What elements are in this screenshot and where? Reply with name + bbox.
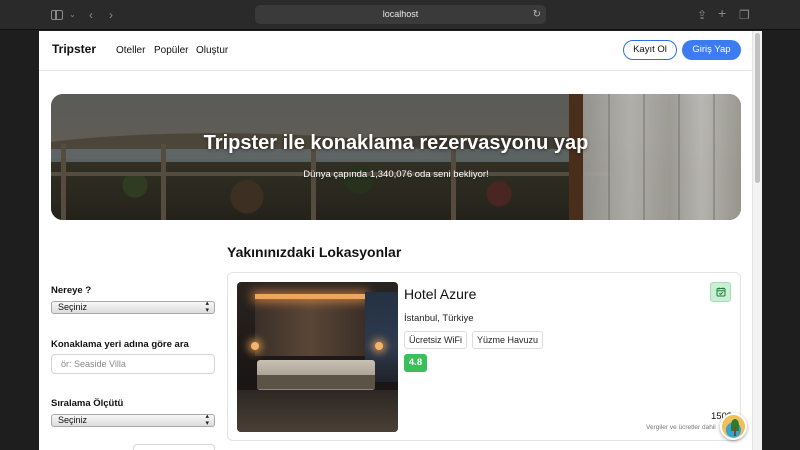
address-bar[interactable]: localhost ↻ [255, 5, 546, 24]
name-search-placeholder: ör: Seaside Villa [61, 359, 126, 369]
name-search-input[interactable]: ör: Seaside Villa [51, 354, 215, 374]
window-edge [762, 31, 800, 450]
sidebar-icon[interactable] [51, 10, 63, 20]
sort-select[interactable]: Seçiniz ▴ ▾ [51, 413, 215, 427]
sort-label: Sıralama Ölçütü [51, 398, 124, 409]
calendar-button[interactable] [710, 282, 731, 302]
navbar: Tripster Oteller Popüler Oluştur Kayıt O… [39, 31, 752, 71]
amenity-chip: Yüzme Havuzu [472, 331, 544, 349]
sort-selected: Seçiniz [58, 415, 88, 425]
price-note: Vergiler ve ücretler dahil [646, 424, 716, 431]
hero-banner: Tripster ile konaklama rezervasyonu yap … [51, 94, 741, 220]
plus-icon[interactable]: + [718, 6, 726, 20]
chat-assistant-button[interactable] [720, 413, 747, 440]
hotel-card[interactable]: Hotel Azure İstanbul, Türkiye Ücretsiz W… [227, 272, 741, 441]
brand-logo[interactable]: Tripster [52, 42, 96, 56]
hero-overlay [51, 94, 741, 220]
next-filter-field[interactable] [133, 444, 215, 450]
destination-select[interactable]: Seçiniz ▴ ▾ [51, 300, 215, 314]
hero-subtitle: Dünya çapında 1,340,076 oda seni bekliyo… [303, 169, 489, 180]
nav-link-olustur[interactable]: Oluştur [196, 45, 228, 56]
url-text: localhost [382, 9, 419, 19]
name-search-label: Konaklama yeri adına göre ara [51, 339, 189, 350]
page-scrollbar[interactable] [752, 31, 762, 450]
chevron-right-icon[interactable]: › [109, 8, 113, 22]
select-arrows-icon: ▴ ▾ [205, 300, 209, 314]
hotel-image[interactable] [237, 282, 398, 432]
chevron-left-icon[interactable]: ‹ [89, 8, 93, 22]
select-arrows-icon: ▴ ▾ [205, 413, 209, 427]
register-button[interactable]: Kayıt Ol [623, 40, 677, 60]
calendar-icon [716, 287, 726, 297]
hero-title: Tripster ile konaklama rezervasyonu yap [203, 132, 589, 154]
scroll-thumb[interactable] [755, 33, 760, 183]
page: Tripster Oteller Popüler Oluştur Kayıt O… [39, 31, 752, 450]
nav-link-populer[interactable]: Popüler [154, 45, 188, 56]
amenity-chip: Ücretsiz WiFi [404, 331, 467, 349]
hotel-location: İstanbul, Türkiye [404, 313, 474, 324]
section-title: Yakınınızdaki Lokasyonlar [227, 244, 402, 260]
nav-link-oteller[interactable]: Oteller [116, 45, 145, 56]
destination-selected: Seçiniz [58, 302, 88, 312]
rating-badge: 4.8 [404, 354, 427, 372]
chevron-down-icon[interactable]: ⌄ [69, 8, 76, 22]
destination-label: Nereye ? [51, 285, 92, 296]
hotel-name[interactable]: Hotel Azure [404, 286, 476, 302]
browser-toolbar: ⌄ ‹ › localhost ↻ ⇪ + ❐ [0, 0, 800, 30]
tabs-icon[interactable]: ❐ [739, 8, 750, 22]
share-icon[interactable]: ⇪ [697, 8, 707, 22]
reload-icon[interactable]: ↻ [533, 5, 541, 24]
login-button[interactable]: Giriş Yap [682, 40, 741, 60]
